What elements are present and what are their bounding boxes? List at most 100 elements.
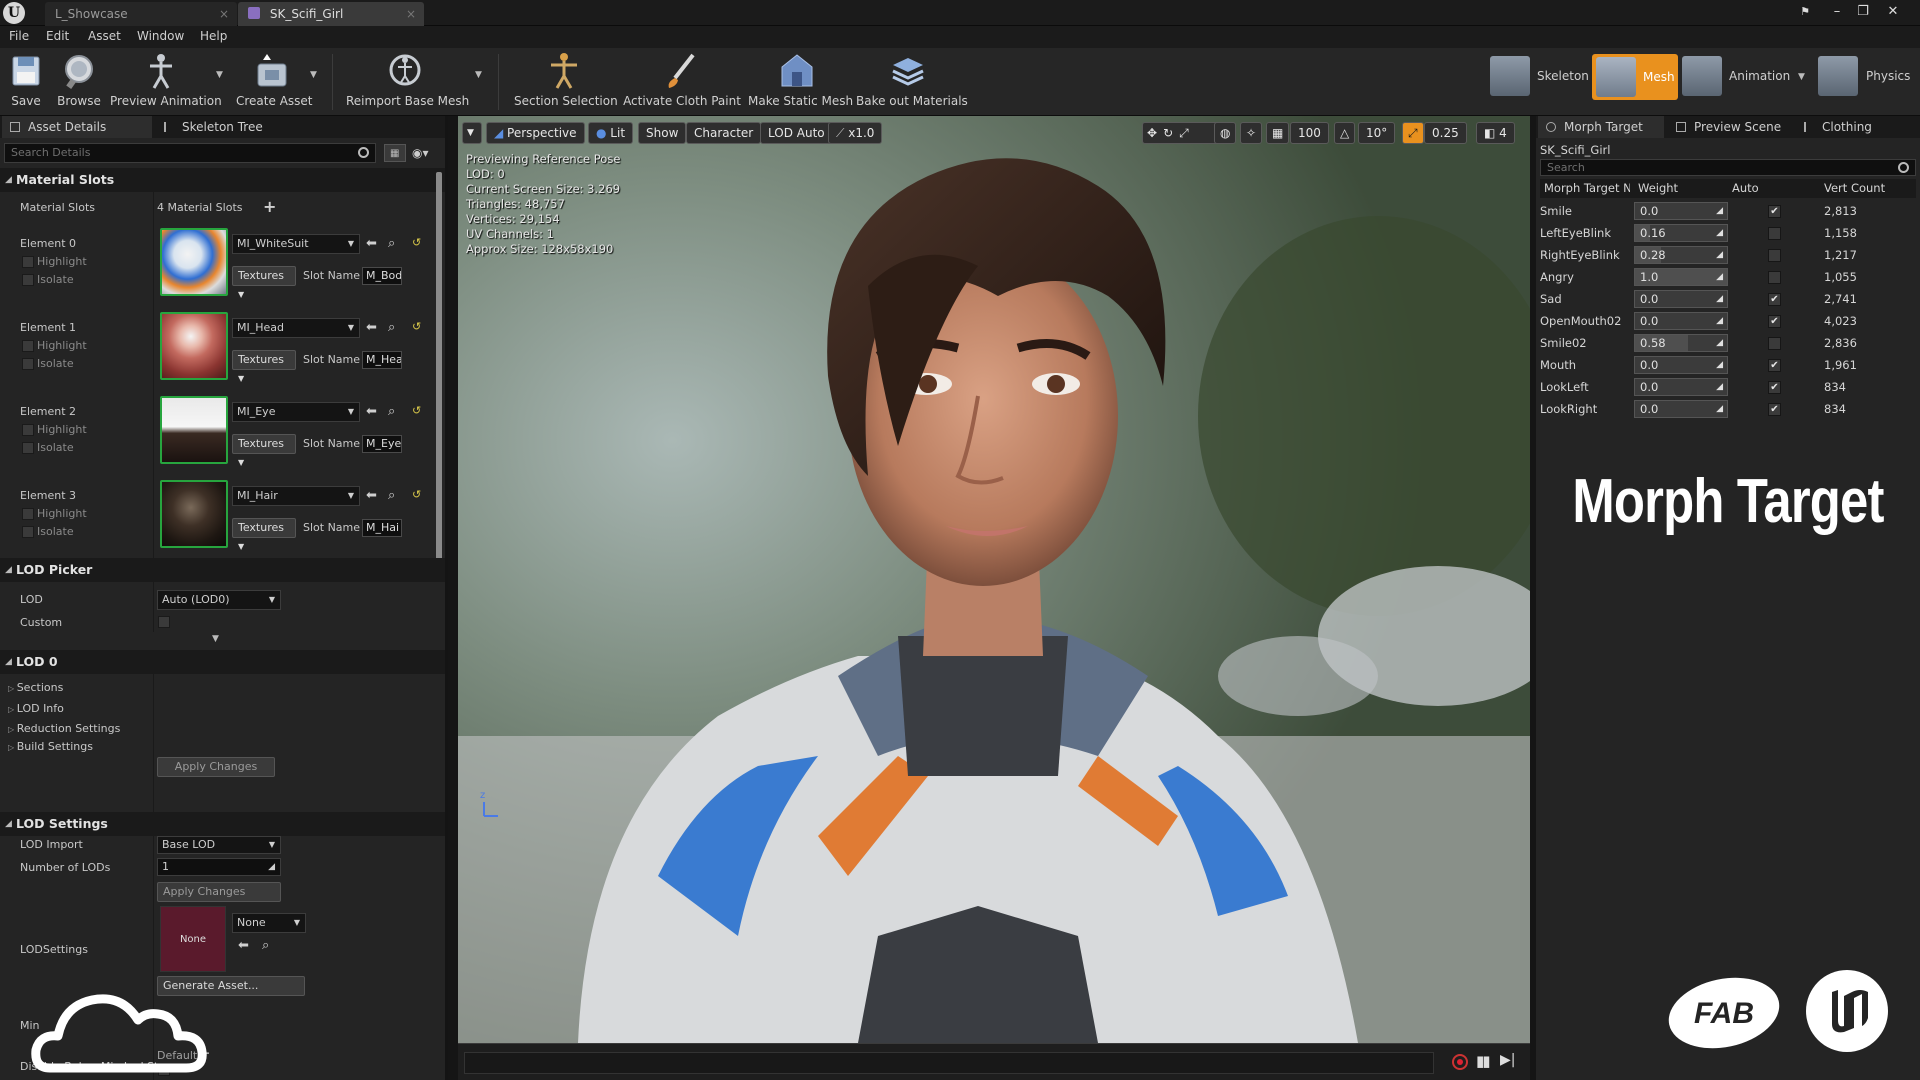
activate-cloth-paint-button[interactable]: Activate Cloth Paint (622, 52, 742, 112)
add-material-slot-icon[interactable]: + (263, 197, 276, 216)
weight-slider[interactable]: 0.0 ◢ (1634, 378, 1728, 396)
auto-checkbox[interactable]: ✔ (1768, 205, 1781, 218)
perspective-button[interactable]: ◢ Perspective (486, 122, 585, 144)
tab-asset-details[interactable]: Asset Details (2, 116, 152, 138)
details-search-input[interactable]: Search Details (4, 143, 376, 163)
column-header-auto[interactable]: Auto (1732, 179, 1759, 198)
auto-checkbox[interactable] (1768, 337, 1781, 350)
animation-mode-icon[interactable] (1682, 56, 1722, 96)
menu-asset[interactable]: Asset (88, 29, 121, 43)
menu-window[interactable]: Window (137, 29, 184, 43)
world-local-toggle[interactable]: ◍ (1214, 122, 1237, 144)
use-selected-asset-icon[interactable]: ⬅ (366, 488, 377, 503)
auto-checkbox[interactable] (1768, 249, 1781, 262)
record-icon[interactable] (1452, 1054, 1468, 1070)
material-selector[interactable]: MI_Head ▼ (232, 318, 360, 338)
transform-tools[interactable]: ✥↻⤢ (1142, 122, 1224, 144)
skeleton-mode-button[interactable]: Skeleton (1537, 54, 1589, 98)
weight-slider[interactable]: 0.28 ◢ (1634, 246, 1728, 264)
lod-select[interactable]: Auto (LOD0) ▼ (157, 590, 281, 610)
material-selector[interactable]: MI_Hair ▼ (232, 486, 360, 506)
animation-timeline[interactable]: ▮▮ ▶| (458, 1043, 1530, 1080)
details-scrollbar[interactable] (436, 172, 442, 562)
lod-settings-category[interactable]: ◢ LOD Settings (0, 812, 445, 836)
isolate-checkbox[interactable] (22, 442, 34, 454)
weight-slider[interactable]: 0.16 ◢ (1634, 224, 1728, 242)
lod-settings-asset-select[interactable]: None ▼ (232, 913, 306, 933)
animation-mode-button[interactable]: Animation (1729, 54, 1790, 98)
slot-name-input[interactable]: M_Hea (362, 351, 402, 369)
auto-checkbox[interactable]: ✔ (1768, 315, 1781, 328)
preview-animation-button[interactable]: Preview Animation (110, 52, 222, 112)
scale-snap-value[interactable]: 0.25 (1424, 122, 1467, 144)
camera-speed-button[interactable]: ◧ 4 (1476, 122, 1515, 144)
unreal-logo-icon[interactable]: U (3, 2, 25, 24)
close-window-icon[interactable]: ✕ (1880, 3, 1906, 21)
menu-file[interactable]: File (9, 29, 29, 43)
browse-button[interactable]: Browse (54, 52, 104, 112)
weight-slider[interactable]: 1.0 ◢ (1634, 268, 1728, 286)
weight-slider[interactable]: 0.0 ◢ (1634, 202, 1728, 220)
playback-speed-button[interactable]: ⟋ x1.0 (828, 122, 883, 144)
restore-icon[interactable]: ❐ (1850, 3, 1876, 21)
translate-icon[interactable]: ✥ (1147, 126, 1163, 140)
auto-checkbox[interactable] (1768, 271, 1781, 284)
weight-slider[interactable]: 0.58 ◢ (1634, 334, 1728, 352)
reduction-settings-item[interactable]: ▷ Reduction Settings (8, 722, 120, 735)
timeline-track[interactable] (464, 1052, 1434, 1074)
morph-search-input[interactable]: Search (1540, 159, 1916, 176)
expand-advanced-icon[interactable]: ▼ (212, 634, 219, 644)
isolate-checkbox[interactable] (22, 274, 34, 286)
use-selected-asset-icon[interactable]: ⬅ (366, 236, 377, 251)
tab-clothing[interactable]: Clothing (1796, 116, 1914, 138)
lod-settings-thumbnail[interactable]: None (160, 906, 226, 972)
morph-row[interactable]: LookRight 0.0 ◢ ✔ 834 (1540, 398, 1912, 420)
isolate-checkbox[interactable] (22, 526, 34, 538)
property-matrix-button[interactable]: ▦ (384, 144, 406, 162)
preview-animation-dropdown-icon[interactable]: ▼ (216, 70, 223, 80)
grid-size-button[interactable]: 100 (1290, 122, 1329, 144)
scale-icon[interactable]: ⤢ (1179, 126, 1195, 140)
material-thumbnail[interactable] (160, 228, 228, 296)
weight-slider[interactable]: 0.0 ◢ (1634, 400, 1728, 418)
custom-checkbox[interactable] (158, 616, 170, 628)
weight-slider[interactable]: 0.0 ◢ (1634, 356, 1728, 374)
browse-asset-icon[interactable]: ⌕ (388, 320, 395, 335)
slot-name-input[interactable]: M_Hai (362, 519, 402, 537)
morph-row[interactable]: Mouth 0.0 ◢ ✔ 1,961 (1540, 354, 1912, 376)
menu-edit[interactable]: Edit (46, 29, 69, 43)
column-header-name[interactable]: Morph Target N (1544, 179, 1630, 198)
lod-picker-category[interactable]: ◢ LOD Picker (0, 558, 445, 582)
highlight-checkbox[interactable] (22, 256, 34, 268)
use-selected-asset-icon[interactable]: ⬅ (366, 404, 377, 419)
morph-row[interactable]: Sad 0.0 ◢ ✔ 2,741 (1540, 288, 1912, 310)
step-forward-icon[interactable]: ▶| (1500, 1052, 1515, 1068)
skeleton-mode-icon[interactable] (1490, 56, 1530, 96)
reimport-dropdown-icon[interactable]: ▼ (475, 70, 482, 80)
textures-dropdown[interactable]: Textures ▼ (232, 266, 296, 299)
morph-row[interactable]: Smile 0.0 ◢ ✔ 2,813 (1540, 200, 1912, 222)
material-thumbnail[interactable] (160, 312, 228, 380)
morph-row[interactable]: RightEyeBlink 0.28 ◢ 1,217 (1540, 244, 1912, 266)
lod-auto-button[interactable]: LOD Auto (760, 122, 833, 144)
textures-dropdown[interactable]: Textures ▼ (232, 518, 296, 551)
auto-checkbox[interactable]: ✔ (1768, 293, 1781, 306)
morph-row[interactable]: LeftEyeBlink 0.16 ◢ 1,158 (1540, 222, 1912, 244)
material-slots-category[interactable]: ◢ Material Slots (0, 168, 445, 192)
character-button[interactable]: Character (686, 122, 762, 144)
section-selection-button[interactable]: Section Selection (514, 52, 618, 112)
lit-button[interactable]: ● Lit (588, 122, 634, 144)
material-thumbnail[interactable] (160, 396, 228, 464)
use-selected-asset-icon[interactable]: ⬅ (366, 320, 377, 335)
scale-snap-button[interactable]: ⤢ (1402, 122, 1424, 144)
auto-checkbox[interactable]: ✔ (1768, 359, 1781, 372)
column-header-weight[interactable]: Weight (1638, 179, 1678, 198)
column-header-vert-count[interactable]: Vert Count (1824, 179, 1885, 198)
save-button[interactable]: Save (6, 52, 46, 112)
browse-asset-icon[interactable]: ⌕ (262, 938, 269, 953)
auto-checkbox[interactable]: ✔ (1768, 403, 1781, 416)
make-static-mesh-button[interactable]: Make Static Mesh (748, 52, 853, 112)
build-settings-item[interactable]: ▷ Build Settings (8, 740, 93, 753)
browse-asset-icon[interactable]: ⌕ (388, 236, 395, 251)
morph-row[interactable]: LookLeft 0.0 ◢ ✔ 834 (1540, 376, 1912, 398)
